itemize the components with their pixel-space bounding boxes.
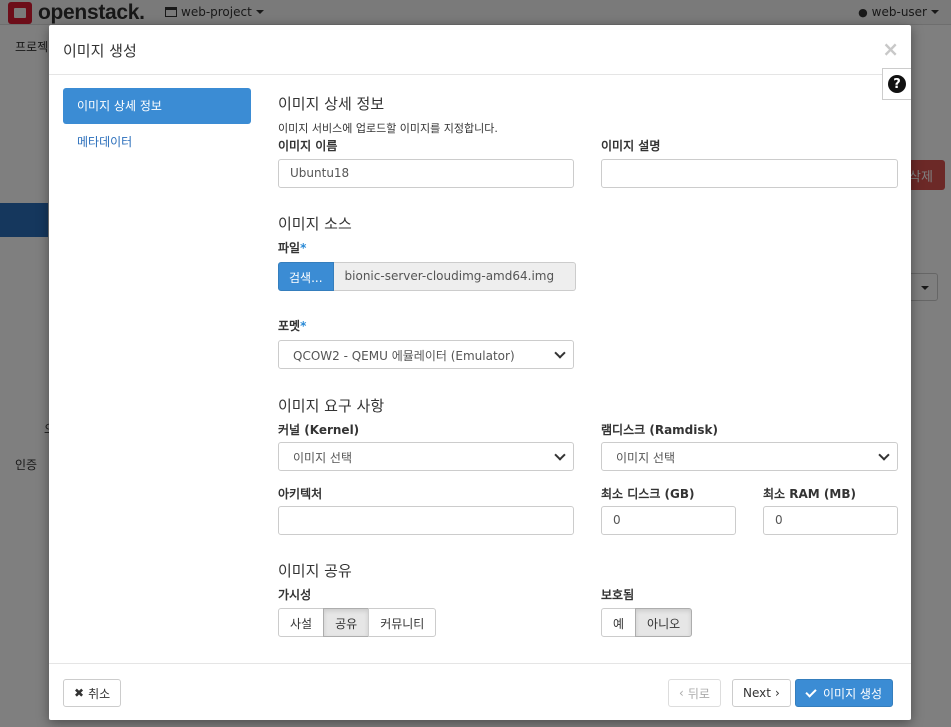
image-desc-input[interactable] [601, 159, 898, 188]
visibility-community[interactable]: 커뮤니티 [368, 608, 437, 637]
ramdisk-value: 이미지 선택 [616, 451, 676, 465]
image-name-input[interactable]: Ubuntu18 [278, 159, 574, 188]
create-label: 이미지 생성 [823, 686, 883, 701]
visibility-private[interactable]: 사설 [278, 608, 325, 637]
file-name-field: bionic-server-cloudimg-amd64.img [333, 262, 576, 291]
cancel-button[interactable]: ✖ 취소 [63, 679, 122, 707]
protected-toggle: 예 아니오 [601, 608, 693, 637]
section-title-source: 이미지 소스 [278, 215, 352, 233]
create-image-modal: 이미지 생성 × ? 이미지 상세 정보 메타데이터 이미지 상세 정보 이미지… [49, 25, 911, 720]
protected-yes[interactable]: 예 [601, 608, 637, 637]
protected-no[interactable]: 아니오 [635, 608, 693, 637]
modal-footer: ✖ 취소 ‹ 뒤로 Next › 이미지 생성 [49, 663, 911, 720]
visibility-toggle: 사설 공유 커뮤니티 [278, 608, 437, 637]
min-ram-label: 최소 RAM (MB) [763, 487, 856, 501]
help-button[interactable]: ? [882, 68, 911, 100]
visibility-label: 가시성 [278, 588, 312, 602]
kernel-label: 커널 (Kernel) [278, 423, 360, 437]
ramdisk-select[interactable]: 이미지 선택 [601, 442, 898, 471]
wizard-nav: 이미지 상세 정보 메타데이터 [63, 88, 251, 160]
close-icon: ✖ [74, 686, 85, 700]
chevron-down-icon [878, 449, 890, 461]
ramdisk-label: 램디스크 (Ramdisk) [601, 423, 718, 437]
cancel-label: 취소 [88, 686, 111, 701]
format-select[interactable]: QCOW2 - QEMU 에뮬레이터 (Emulator) [278, 340, 574, 369]
min-disk-label: 최소 디스크 (GB) [601, 487, 695, 501]
chevron-right-icon: › [774, 686, 780, 700]
image-desc-label: 이미지 설명 [601, 139, 661, 153]
min-ram-input[interactable]: 0 [763, 506, 898, 535]
format-label-text: 포멧 [278, 319, 301, 333]
back-button[interactable]: ‹ 뒤로 [668, 679, 721, 707]
format-label: 포멧* [278, 317, 306, 334]
section-title-requirements: 이미지 요구 사항 [278, 397, 385, 415]
section-title-sharing: 이미지 공유 [278, 562, 352, 580]
kernel-value: 이미지 선택 [293, 451, 353, 465]
next-label: Next [743, 686, 771, 700]
architecture-label: 아키텍처 [278, 487, 323, 501]
details-help-text: 이미지 서비스에 업로드할 이미지를 지정합니다. [278, 122, 498, 135]
chevron-down-icon [554, 449, 566, 461]
required-marker: * [300, 319, 307, 333]
browse-button[interactable]: 검색... [278, 262, 334, 291]
create-image-button[interactable]: 이미지 생성 [795, 679, 894, 707]
modal-title: 이미지 생성 [63, 42, 137, 60]
next-button[interactable]: Next › [732, 679, 791, 707]
format-value: QCOW2 - QEMU 에뮬레이터 (Emulator) [293, 349, 515, 363]
kernel-select[interactable]: 이미지 선택 [278, 442, 574, 471]
image-name-label: 이미지 이름 [278, 139, 338, 153]
modal-header: 이미지 생성 × [49, 25, 911, 75]
required-marker: * [300, 241, 307, 255]
nav-item-metadata[interactable]: 메타데이터 [63, 124, 251, 160]
chevron-down-icon [554, 347, 566, 359]
check-icon [805, 685, 817, 698]
question-icon: ? [888, 75, 906, 93]
file-label: 파일* [278, 239, 306, 256]
chevron-left-icon: ‹ [679, 686, 684, 700]
visibility-shared[interactable]: 공유 [323, 608, 370, 637]
file-label-text: 파일 [278, 241, 301, 255]
back-label: 뒤로 [687, 686, 710, 701]
protected-label: 보호됨 [601, 588, 635, 602]
close-icon[interactable]: × [882, 37, 899, 61]
file-picker: 검색... bionic-server-cloudimg-amd64.img [278, 262, 576, 291]
architecture-input[interactable] [278, 506, 574, 535]
nav-item-image-details[interactable]: 이미지 상세 정보 [63, 88, 251, 124]
section-title-details: 이미지 상세 정보 [278, 95, 385, 113]
min-disk-input[interactable]: 0 [601, 506, 736, 535]
